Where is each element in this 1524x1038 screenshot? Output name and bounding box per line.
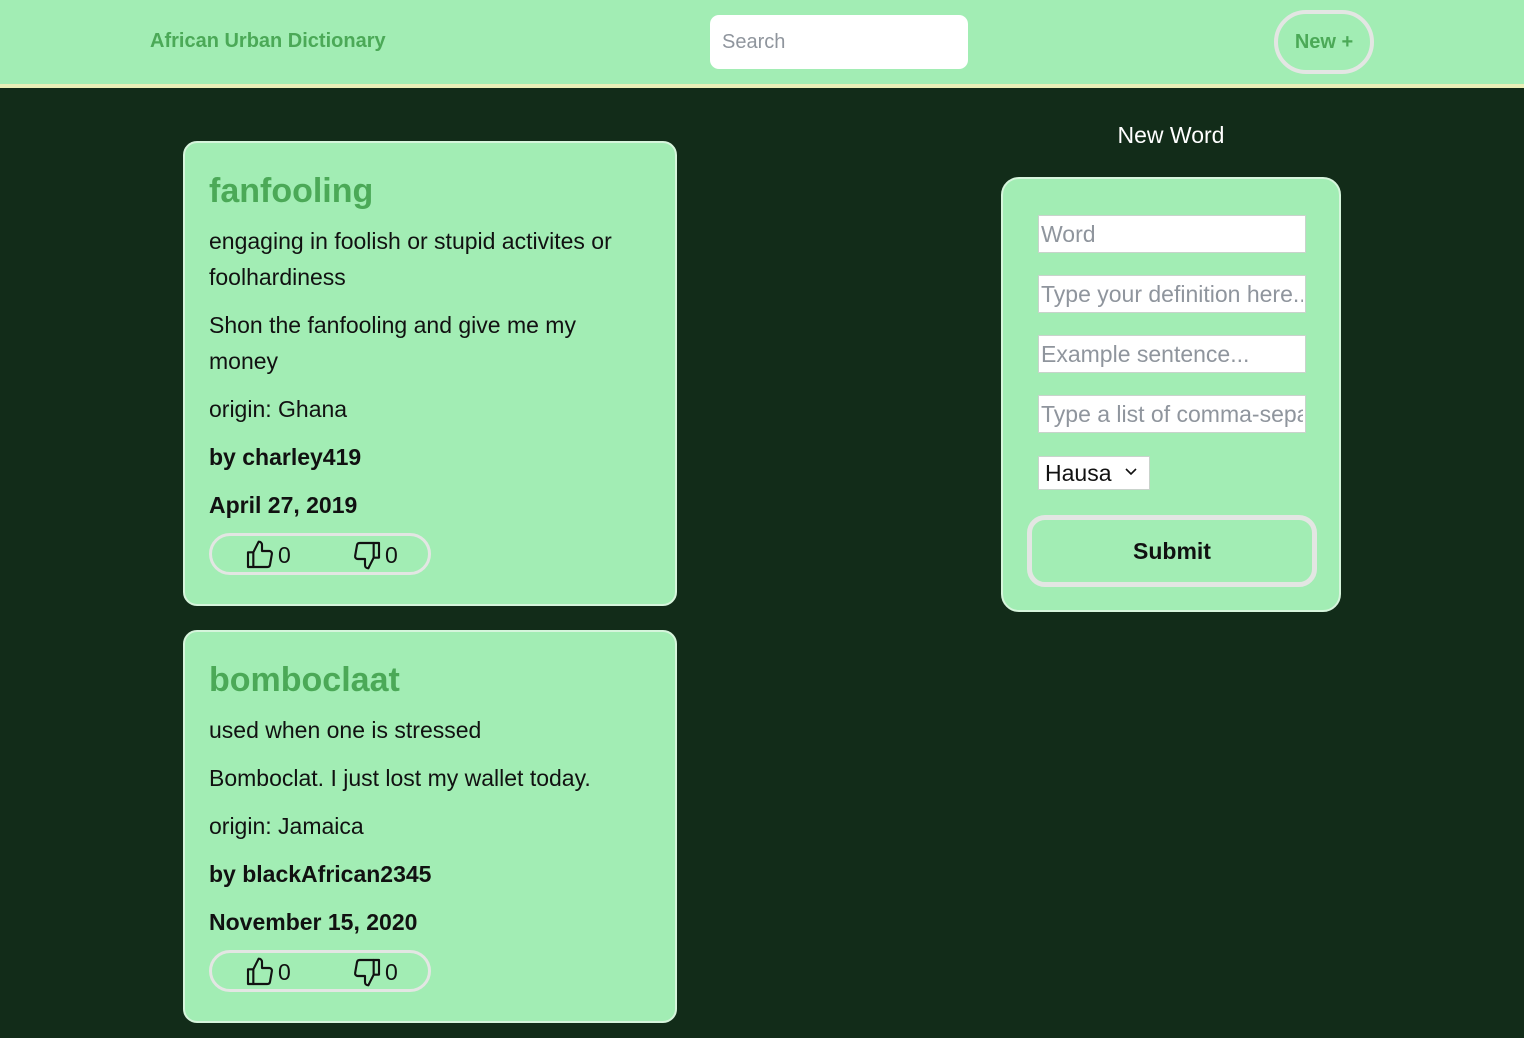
downvote-button[interactable]: 0 (351, 956, 398, 988)
thumbs-down-icon (354, 541, 381, 570)
upvote-count: 0 (278, 958, 291, 985)
thumbs-up-icon (246, 957, 273, 986)
word-example: Bomboclat. I just lost my wallet today. (209, 765, 591, 791)
chevron-down-icon (1125, 468, 1137, 476)
submit-button[interactable]: Submit (1027, 515, 1317, 587)
word-author: by charley419 (209, 444, 362, 470)
new-word-title: New Word (1117, 122, 1225, 148)
downvote-button[interactable]: 0 (351, 539, 398, 571)
downvote-count: 0 (385, 541, 398, 568)
word-origin: origin: Ghana (209, 396, 348, 422)
word-date: November 15, 2020 (209, 909, 418, 935)
word-input[interactable] (1038, 215, 1306, 253)
top-navbar: African Urban Dictionary New + (0, 0, 1524, 88)
upvote-count: 0 (278, 541, 291, 568)
vote-bar: 0 0 (209, 533, 431, 575)
word-date: April 27, 2019 (209, 492, 358, 518)
thumbs-up-icon (246, 540, 273, 569)
word-definition: used when one is stressed (209, 717, 482, 743)
thumbs-down-icon (354, 958, 381, 987)
upvote-button[interactable]: 0 (244, 539, 291, 571)
example-input[interactable] (1038, 335, 1306, 373)
tags-input[interactable] (1038, 395, 1306, 433)
site-brand[interactable]: African Urban Dictionary (150, 30, 386, 53)
upvote-button[interactable]: 0 (244, 956, 291, 988)
word-origin: origin: Jamaica (209, 813, 364, 839)
word-title[interactable]: bomboclaat (209, 660, 651, 700)
search-input[interactable] (710, 15, 968, 69)
new-word-button[interactable]: New + (1274, 10, 1374, 74)
word-example: Shon the fanfooling and give me my money (209, 312, 576, 374)
language-select[interactable]: Hausa (1038, 456, 1150, 490)
definition-input[interactable] (1038, 275, 1306, 313)
word-title[interactable]: fanfooling (209, 171, 651, 211)
word-card: fanfooling engaging in foolish or stupid… (183, 141, 677, 606)
new-word-form: Hausa Submit (1001, 177, 1341, 612)
downvote-count: 0 (385, 958, 398, 985)
word-author: by blackAfrican2345 (209, 861, 432, 887)
vote-bar: 0 0 (209, 950, 431, 992)
word-definition: engaging in foolish or stupid activites … (209, 228, 612, 290)
language-selected-value: Hausa (1045, 459, 1112, 486)
word-card: bomboclaat used when one is stressed Bom… (183, 630, 677, 1023)
